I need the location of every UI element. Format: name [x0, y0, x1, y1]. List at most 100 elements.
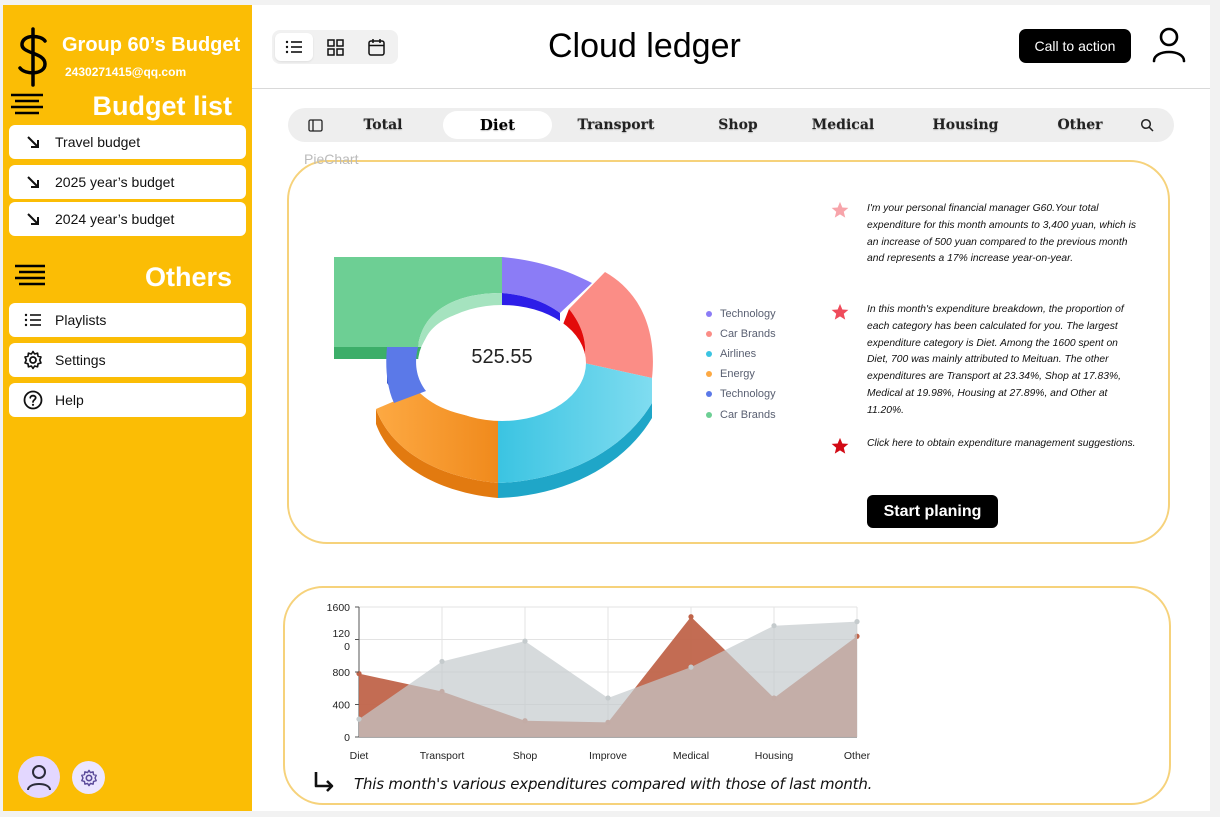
legend-label: Energy [720, 368, 755, 381]
sidebar-item-travel-budget[interactable]: Travel budget [9, 125, 246, 159]
category-tabs: Total Diet Transport Shop Medical Housin… [288, 108, 1174, 142]
data-point [688, 664, 694, 670]
y-tick-label: 120 [332, 628, 350, 640]
legend-dot [706, 371, 712, 378]
x-tick-label: Housing [755, 750, 794, 762]
tab-shop[interactable]: Shop [703, 111, 773, 139]
avatar[interactable] [18, 756, 60, 798]
legend-item: Airlines [706, 344, 776, 364]
budget-list-heading: Budget list [92, 91, 233, 121]
legend-label: Technology [720, 388, 776, 401]
legend-item: Energy [706, 364, 776, 384]
tab-other[interactable]: Other [1045, 111, 1115, 139]
budget-title: Group 60’s Budget [62, 34, 241, 56]
data-point [356, 716, 362, 722]
sidebar-item-label: Settings [55, 352, 106, 368]
arrow-down-right-icon [23, 212, 43, 226]
breakdown-message: In this month's expenditure breakdown, t… [867, 304, 1124, 416]
y-tick-label: 1600 [327, 602, 351, 614]
app-frame: Group 60’s Budget 2430271415@qq.com Budg… [0, 0, 1220, 817]
legend-item: Car Brands [706, 404, 776, 424]
x-tick-label: Other [844, 750, 871, 762]
star-icon [831, 303, 849, 320]
y-tick-label: 0 [344, 732, 350, 744]
sidebar: Group 60’s Budget 2430271415@qq.com Budg… [3, 5, 252, 811]
data-point [605, 695, 611, 701]
legend-dot [706, 391, 712, 398]
pie-legend: Technology Car Brands Airlines Energy Te… [706, 304, 776, 425]
sidebar-item-label: Travel budget [55, 134, 141, 150]
legend-dot [706, 311, 712, 318]
calendar-view-button[interactable] [357, 33, 395, 61]
suggestion-link[interactable]: Click here to obtain expenditure managem… [867, 436, 1137, 453]
legend-dot [706, 411, 712, 418]
star-icon [831, 437, 849, 454]
sidebar-item-label: Playlists [55, 312, 107, 328]
search-icon[interactable] [1133, 111, 1161, 139]
menu-lines-icon[interactable] [9, 263, 45, 289]
sidebar-item-label: 2024 year’s budget [55, 211, 175, 227]
tab-medical[interactable]: Medical [808, 111, 878, 139]
tab-transport[interactable]: Transport [576, 111, 656, 139]
others-heading: Others [144, 262, 232, 292]
sidebar-item-playlists[interactable]: Playlists [9, 303, 246, 337]
data-point [522, 638, 528, 644]
tab-total[interactable]: Total [348, 111, 418, 139]
legend-item: Car Brands [706, 324, 776, 344]
legend-item: Technology [706, 304, 776, 324]
sidebar-item-help[interactable]: Help [9, 383, 246, 417]
grid-view-button[interactable] [316, 33, 354, 61]
arrow-down-right-icon [23, 135, 43, 149]
pie-chart-label: PieChart [304, 151, 359, 167]
view-switcher [272, 30, 398, 64]
page-title: Cloud ledger [548, 27, 741, 65]
call-to-action-button[interactable]: Call to action [1019, 29, 1131, 63]
x-tick-label: Transport [420, 750, 465, 762]
legend-label: Technology [720, 308, 776, 321]
y-tick-label: 800 [332, 667, 350, 679]
list-icon [285, 40, 302, 54]
sidebar-item-settings[interactable]: Settings [9, 343, 246, 377]
arrow-down-right-icon [23, 175, 43, 189]
star-icon [831, 201, 849, 218]
sidebar-item-label: Help [55, 392, 84, 408]
data-point [771, 623, 777, 629]
chart-caption: This month's various expenditures compar… [354, 775, 873, 793]
sidebar-item-label: 2025 year’s budget [55, 174, 175, 190]
tab-diet[interactable]: Diet [443, 111, 552, 139]
x-tick-label: Shop [513, 750, 538, 762]
grid-icon [326, 38, 344, 56]
sidebar-toggle-icon[interactable] [301, 111, 329, 139]
help-icon [23, 390, 43, 410]
area-chart: 040080012001600Diet Transport Shop Improve M… [327, 602, 871, 762]
main-panel: Cloud ledger Call to action Total Diet T… [252, 5, 1210, 811]
start-planning-button[interactable]: Start planing [867, 495, 998, 528]
legend-label: Car Brands [720, 408, 776, 421]
x-tick-label: Improve [589, 750, 627, 762]
x-tick-label: Medical [673, 750, 709, 762]
legend-label: Airlines [720, 348, 757, 361]
calendar-icon [367, 39, 385, 56]
y-tick-label: 0 [344, 641, 350, 653]
header-divider [252, 88, 1210, 89]
legend-item: Technology [706, 384, 776, 404]
settings-gear-button[interactable] [72, 761, 105, 794]
legend-label: Car Brands [720, 328, 776, 341]
legend-dot [706, 351, 712, 358]
user-profile-icon[interactable] [1150, 25, 1188, 67]
sidebar-item-2025-budget[interactable]: 2025 year’s budget [9, 165, 246, 199]
user-email: 2430271415@qq.com [65, 65, 187, 79]
list-view-button[interactable] [275, 33, 313, 61]
donut-center-value: 525.55 [471, 346, 533, 368]
data-point [688, 614, 694, 620]
gear-icon [23, 350, 43, 370]
data-point [854, 619, 860, 625]
menu-lines-icon[interactable] [9, 92, 45, 118]
tab-housing[interactable]: Housing [928, 111, 1003, 139]
legend-dot [706, 331, 712, 338]
list-icon [23, 313, 43, 327]
y-tick-label: 400 [332, 700, 350, 712]
user-icon [27, 765, 51, 791]
arrow-turn-right-icon [314, 772, 334, 792]
sidebar-item-2024-budget[interactable]: 2024 year’s budget [9, 202, 246, 236]
